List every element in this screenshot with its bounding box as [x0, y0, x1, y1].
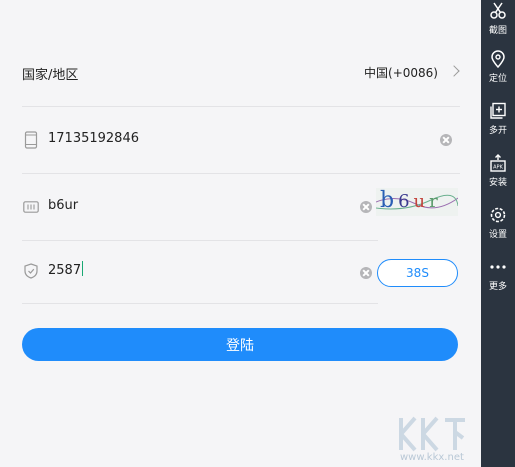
sidebar-item-label: 设置 — [488, 230, 507, 240]
sidebar-item-label: 多开 — [488, 126, 507, 136]
apk-install-icon: APK — [490, 154, 506, 172]
shield-check-icon — [24, 263, 38, 279]
captcha-image-text: b6ur — [380, 188, 442, 213]
sidebar-item-label: 安装 — [488, 178, 507, 188]
scissors-icon — [490, 2, 506, 19]
login-button[interactable]: 登陆 — [22, 328, 458, 361]
location-pin-icon — [491, 50, 505, 68]
captcha-row — [22, 174, 378, 241]
captcha-field-icon — [23, 201, 39, 213]
resend-countdown-button[interactable]: 38S — [377, 259, 458, 287]
region-value: 中国(+0086) — [364, 66, 438, 80]
phone-row — [22, 107, 460, 174]
sidebar-item-multi-open[interactable]: 多开 — [481, 100, 515, 144]
phone-input[interactable] — [48, 131, 348, 146]
captcha-image[interactable]: b6ur — [376, 188, 458, 216]
emulator-sidebar: 截图 定位 多开 APK 安装 设置 更多 — [481, 0, 515, 467]
text-cursor — [82, 261, 84, 276]
gear-icon — [490, 207, 506, 223]
sidebar-item-screenshot[interactable]: 截图 — [481, 0, 515, 44]
sidebar-item-location[interactable]: 定位 — [481, 48, 515, 92]
more-dots-icon — [490, 265, 506, 269]
region-row[interactable]: 国家/地区 中国(+0086) — [22, 40, 460, 107]
login-form-area: 国家/地区 中国(+0086) b6ur — [0, 0, 481, 467]
region-label: 国家/地区 — [22, 68, 79, 83]
watermark-text: www.kkx.net — [400, 452, 464, 463]
sms-code-row: 2587 — [22, 237, 378, 304]
sidebar-item-more[interactable]: 更多 — [481, 256, 515, 300]
multi-open-icon — [490, 102, 506, 119]
phone-icon — [24, 131, 38, 149]
svg-text:APK: APK — [493, 165, 503, 171]
captcha-input[interactable] — [48, 198, 328, 213]
clear-phone-icon[interactable] — [440, 134, 452, 146]
sidebar-item-install[interactable]: APK 安装 — [481, 152, 515, 196]
sidebar-item-label: 更多 — [488, 282, 507, 292]
sidebar-item-label: 定位 — [488, 74, 507, 84]
sidebar-item-settings[interactable]: 设置 — [481, 204, 515, 248]
clear-sms-code-icon[interactable] — [360, 267, 372, 279]
clear-captcha-icon[interactable] — [360, 201, 372, 213]
sms-code-input[interactable]: 2587 — [48, 261, 348, 278]
sidebar-item-label: 截图 — [488, 26, 507, 36]
chevron-right-icon — [448, 65, 460, 77]
